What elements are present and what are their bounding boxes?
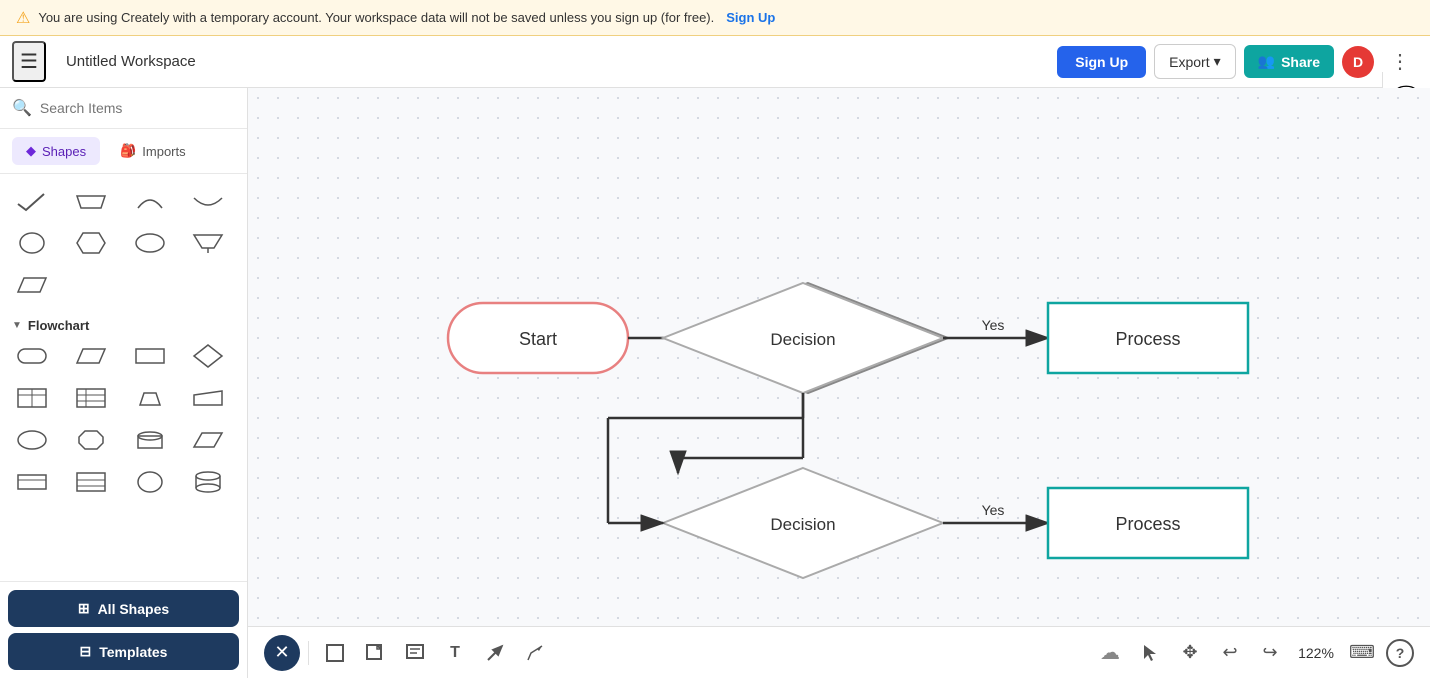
templates-button[interactable]: ⊟ Templates xyxy=(8,633,239,670)
note-tool[interactable] xyxy=(397,635,433,671)
zoom-level: 122% xyxy=(1294,645,1338,661)
grid-icon: ⊞ xyxy=(78,600,90,617)
select-tool[interactable] xyxy=(1134,637,1166,669)
fc-table2[interactable] xyxy=(67,379,115,417)
menu-button[interactable]: ☰ xyxy=(12,41,46,82)
fc-diamond[interactable] xyxy=(184,337,232,375)
move-tool[interactable]: ✥ xyxy=(1174,637,1206,669)
fc-parallelogram[interactable] xyxy=(67,337,115,375)
toolbar-divider-1 xyxy=(308,641,309,665)
undo-button[interactable]: ↩ xyxy=(1214,637,1246,669)
tab-shapes[interactable]: ◆ Shapes xyxy=(12,137,100,165)
warning-icon: ⚠ xyxy=(16,8,30,28)
sidebar-bottom: ⊞ All Shapes ⊟ Templates xyxy=(0,581,247,678)
export-button[interactable]: Export ▾ xyxy=(1154,44,1236,79)
shapes-panel: ▼ Flowchart xyxy=(0,174,247,581)
banner-signup-link[interactable]: Sign Up xyxy=(726,10,775,25)
shape-circle[interactable] xyxy=(8,224,56,262)
shape-hexagon[interactable] xyxy=(67,224,115,262)
share-icon: 👥 xyxy=(1258,53,1275,70)
svg-text:Process: Process xyxy=(1115,514,1180,534)
svg-text:Yes: Yes xyxy=(982,317,1005,333)
section-collapse-arrow: ▼ xyxy=(12,320,22,331)
svg-text:Start: Start xyxy=(519,329,557,349)
shape-checkmark[interactable] xyxy=(8,182,56,220)
svg-text:Decision: Decision xyxy=(770,330,835,349)
search-icon: 🔍 xyxy=(12,98,32,118)
cloud-save-button[interactable]: ☁ xyxy=(1094,637,1126,669)
text-tool[interactable]: T xyxy=(437,635,473,671)
fc-rectangle[interactable] xyxy=(126,337,174,375)
shape-parallelogram[interactable] xyxy=(8,266,56,304)
fc-trapezoid[interactable] xyxy=(126,379,174,417)
shapes-grid-top xyxy=(8,182,239,304)
shape-trapezoid-top[interactable] xyxy=(67,182,115,220)
notification-banner: ⚠ You are using Creately with a temporar… xyxy=(0,0,1430,36)
fc-octagon[interactable] xyxy=(67,421,115,459)
shape-funnel[interactable] xyxy=(184,224,232,262)
zoom-controls: ☁ ✥ ↩ ↪ 122% ⌨ ? xyxy=(1094,637,1414,669)
search-bar: 🔍 xyxy=(0,88,247,129)
share-button[interactable]: 👥 Share xyxy=(1244,45,1334,78)
keyboard-shortcuts-button[interactable]: ⌨ xyxy=(1346,637,1378,669)
svg-text:Process: Process xyxy=(1115,329,1180,349)
fc-oval2[interactable] xyxy=(8,421,56,459)
draw-tool[interactable] xyxy=(517,635,553,671)
frame-tool[interactable] xyxy=(317,635,353,671)
line-tool[interactable] xyxy=(477,635,513,671)
header: ☰ Untitled Workspace Sign Up Export ▾ 👥 … xyxy=(0,36,1430,88)
sidebar: 🔍 ◆ Shapes 🎒 Imports xyxy=(0,88,248,678)
fc-table1[interactable] xyxy=(8,379,56,417)
fc-rounded-rect[interactable] xyxy=(8,337,56,375)
fc-split-rect[interactable] xyxy=(67,463,115,501)
svg-text:Decision: Decision xyxy=(770,515,835,534)
canvas[interactable]: Start Decision Yes Process xyxy=(248,88,1430,678)
templates-icon: ⊟ xyxy=(80,643,92,660)
fc-skewed[interactable] xyxy=(184,421,232,459)
flowchart-section[interactable]: ▼ Flowchart xyxy=(8,312,239,337)
close-button[interactable]: ✕ xyxy=(264,635,300,671)
workspace-title[interactable]: Untitled Workspace xyxy=(58,49,1045,74)
search-input[interactable] xyxy=(40,100,235,116)
shapes-tab-icon: ◆ xyxy=(26,143,36,159)
sticky-note-tool[interactable] xyxy=(357,635,393,671)
help-button[interactable]: ? xyxy=(1386,639,1414,667)
tabs: ◆ Shapes 🎒 Imports xyxy=(0,129,247,174)
fc-circle2[interactable] xyxy=(126,463,174,501)
all-shapes-button[interactable]: ⊞ All Shapes xyxy=(8,590,239,627)
fc-db[interactable] xyxy=(184,463,232,501)
redo-button[interactable]: ↪ xyxy=(1254,637,1286,669)
imports-tab-icon: 🎒 xyxy=(120,143,136,159)
tab-imports[interactable]: 🎒 Imports xyxy=(106,137,200,165)
banner-message: You are using Creately with a temporary … xyxy=(38,10,714,25)
fc-rect2[interactable] xyxy=(8,463,56,501)
fc-cylinder[interactable] xyxy=(126,421,174,459)
signup-button[interactable]: Sign Up xyxy=(1057,46,1146,78)
avatar[interactable]: D xyxy=(1342,46,1374,78)
fc-manual-input[interactable] xyxy=(184,379,232,417)
shape-arc2[interactable] xyxy=(184,182,232,220)
svg-text:Yes: Yes xyxy=(982,502,1005,518)
shape-arc1[interactable] xyxy=(126,182,174,220)
main-layout: 🔍 ◆ Shapes 🎒 Imports xyxy=(0,88,1430,678)
shape-oval[interactable] xyxy=(126,224,174,262)
shapes-grid-flowchart xyxy=(8,337,239,501)
header-actions: Sign Up Export ▾ 👥 Share D ⋮ xyxy=(1057,44,1418,79)
diagram-svg: Start Decision Yes Process xyxy=(248,88,1430,678)
bottom-toolbar: ✕ T ☁ ✥ ↩ xyxy=(248,626,1430,678)
